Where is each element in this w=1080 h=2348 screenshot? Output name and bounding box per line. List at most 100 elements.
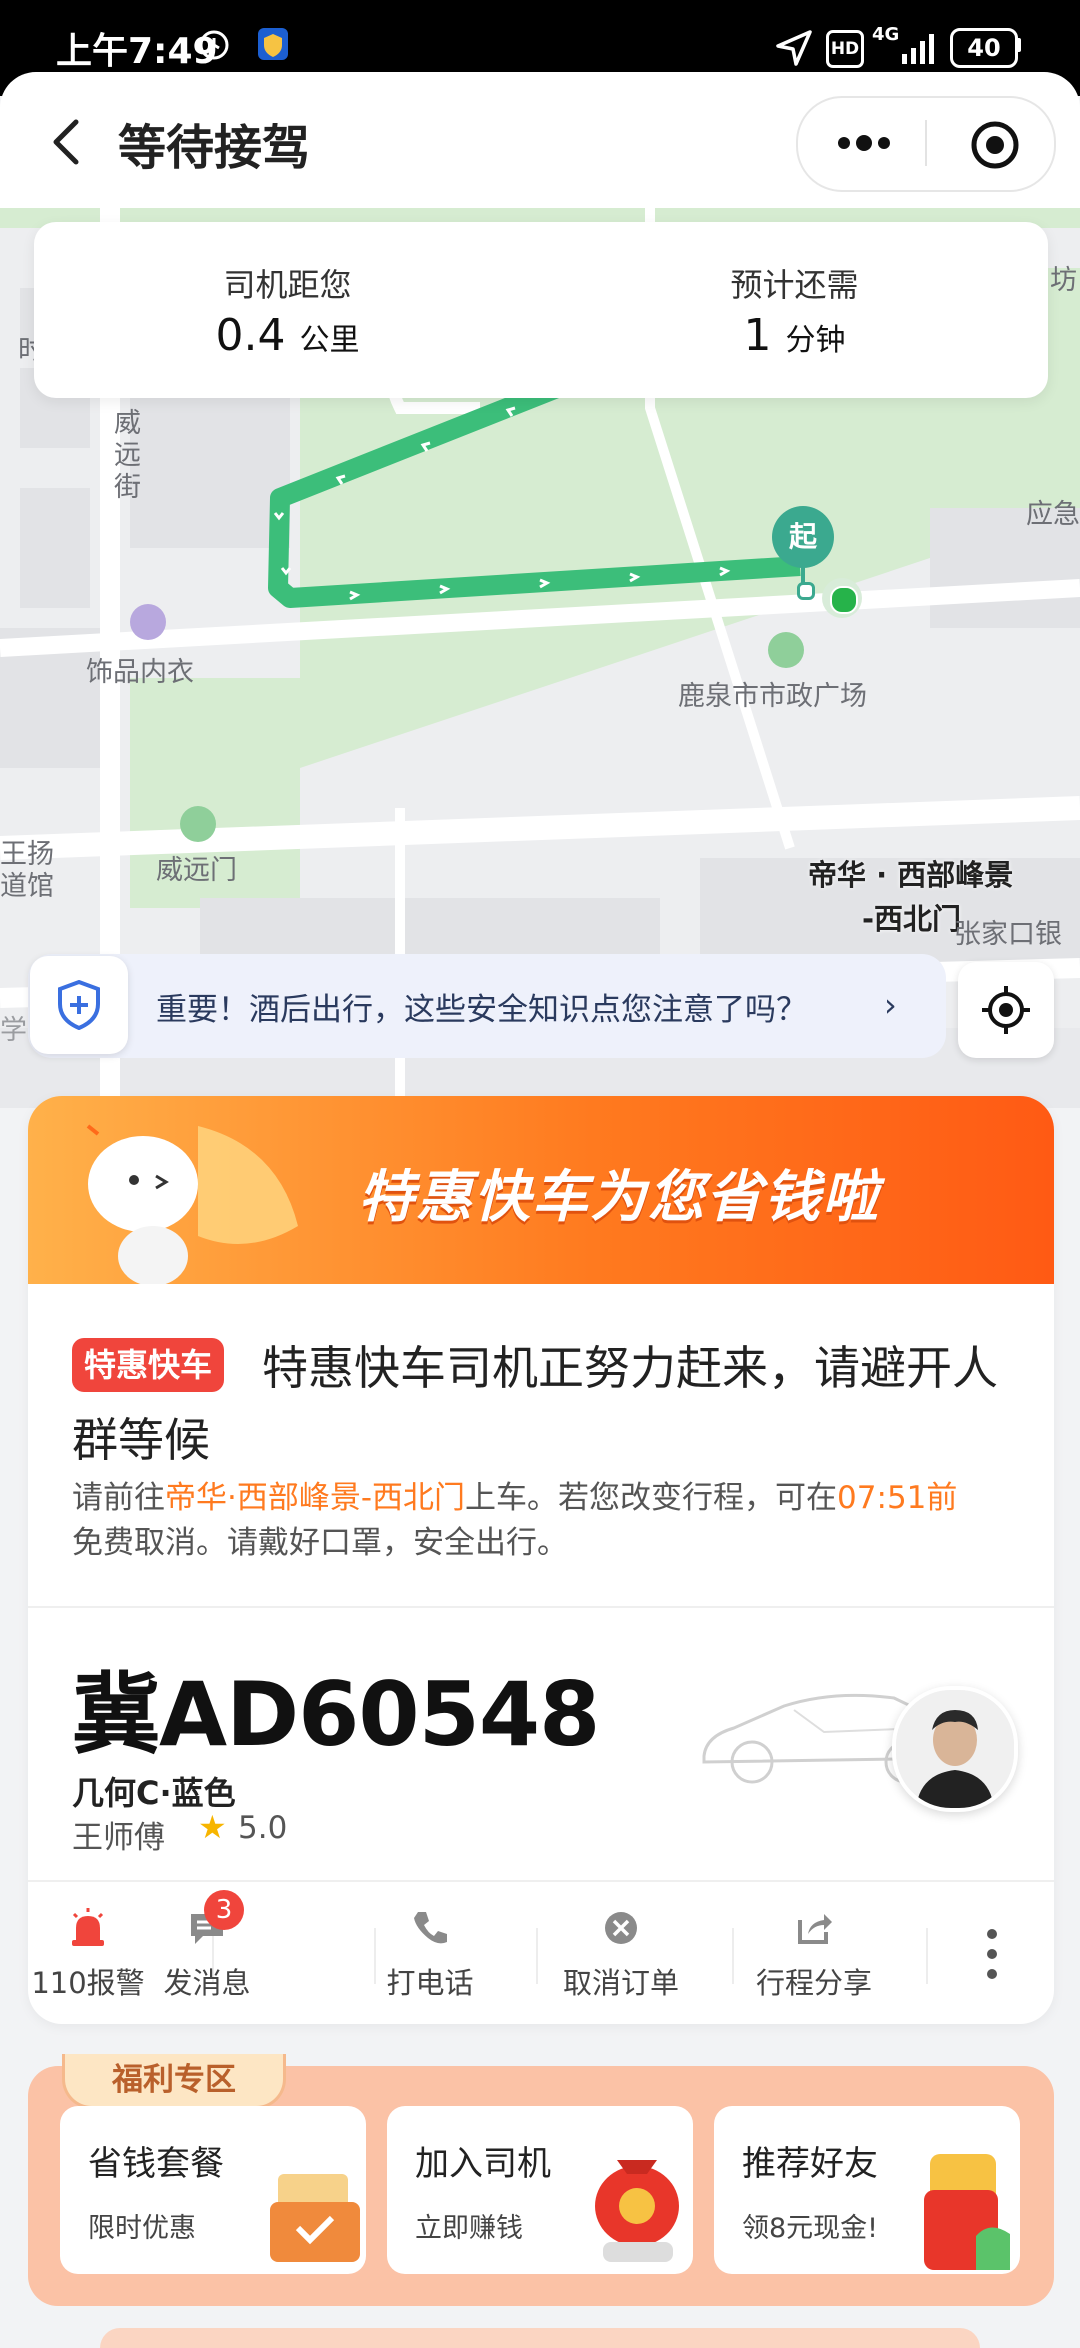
- desc-prefix: 请前往: [72, 1480, 165, 1516]
- welfare-card-title: 加入司机: [415, 2144, 551, 2184]
- map-label-street: 威远街: [114, 408, 141, 503]
- driver-avatar[interactable]: [892, 1686, 1018, 1812]
- distance-value-row: 0.4 公里: [34, 310, 541, 361]
- welfare-title: 福利专区: [62, 2054, 286, 2109]
- safety-tip-text[interactable]: 重要！酒后出行，这些安全知识点您注意了吗？: [156, 984, 807, 1029]
- map-label-fang: 坊: [1050, 265, 1077, 296]
- battery-icon: 40: [950, 28, 1018, 68]
- chevron-right-icon[interactable]: ›: [884, 986, 897, 1024]
- police-button[interactable]: 110报警: [28, 1906, 148, 2006]
- pickup-label-line1: 帝华 · 西部峰景: [808, 858, 1014, 892]
- desc-mid: 上车。若您改变行程，可在: [465, 1480, 838, 1516]
- start-marker[interactable]: 起: [772, 506, 834, 568]
- cancel-order-button[interactable]: 取消订单: [546, 1906, 696, 2006]
- time-value-row: 1 分钟: [541, 310, 1048, 361]
- map-label-gate: 威远门: [156, 855, 237, 886]
- distance-label: 司机距您: [223, 266, 352, 304]
- battery-tip: [1016, 38, 1021, 52]
- driver-rating: 5.0: [238, 1810, 288, 1846]
- section-divider: [28, 1606, 1054, 1608]
- distance-unit: 公里: [299, 323, 360, 358]
- action-separator: [536, 1928, 538, 1984]
- cancel-label: 取消订单: [562, 1966, 679, 2000]
- welfare-card-referral[interactable]: 推荐好友 领8元现金!: [714, 2106, 1020, 2274]
- unread-badge: 3: [204, 1890, 244, 1930]
- action-separator: [926, 1928, 928, 1984]
- welfare-card-driver[interactable]: 加入司机 立即赚钱: [387, 2106, 693, 2274]
- pickup-location-link[interactable]: 帝华·西部峰景-西北门: [165, 1480, 465, 1516]
- crosshair-icon: [982, 986, 1030, 1034]
- license-plate: 冀AD60548: [72, 1663, 600, 1766]
- welfare-card-subtitle: 领8元现金!: [742, 2213, 879, 2244]
- next-section-peek: [100, 2328, 980, 2348]
- alarm-icon: [199, 30, 229, 60]
- phone-icon: [414, 1912, 447, 1944]
- distance-value: 0.4: [215, 310, 286, 361]
- welfare-card-subtitle: 限时优惠: [88, 2213, 196, 2244]
- cancel-icon: [605, 1912, 637, 1944]
- camera-poi-icon: [180, 806, 216, 842]
- page-title: 等待接驾: [118, 120, 311, 176]
- driver-photo: [896, 1690, 1014, 1808]
- shop-poi-icon: [130, 604, 166, 640]
- red-packet-icon: [924, 2154, 1010, 2270]
- pickup-instructions: 请前往帝华·西部峰景-西北门上车。若您改变行程，可在07:51前免费取消。请戴好…: [72, 1476, 1042, 1566]
- map-label-stadium-2: 道馆: [0, 871, 54, 902]
- nav-header: 等待接驾: [0, 72, 1080, 208]
- map-label-shop: 饰品内衣: [86, 657, 194, 688]
- time-unit: 分钟: [785, 323, 846, 358]
- status-time: 上午7:49: [56, 31, 218, 72]
- start-marker-dot: [797, 582, 815, 600]
- mascot-illustration: [86, 1124, 298, 1284]
- more-dots-icon[interactable]: [834, 128, 894, 158]
- battery-level: 40: [967, 34, 1001, 62]
- welfare-card-saving[interactable]: 省钱套餐 限时优惠: [60, 2106, 366, 2274]
- location-arrow-icon: [776, 30, 812, 66]
- welfare-card-subtitle: 立即赚钱: [415, 2213, 523, 2244]
- welfare-card-title: 省钱套餐: [88, 2144, 224, 2184]
- call-button[interactable]: 打电话: [374, 1906, 486, 2006]
- order-card: 特惠快车为您省钱啦 特惠快车 特惠快车司机正努力赶来，请避开人群等候 请前往帝华…: [28, 1096, 1054, 2024]
- message-label: 发消息: [163, 1966, 251, 2000]
- locate-button[interactable]: [958, 962, 1054, 1058]
- cancel-deadline: 07:51前: [837, 1480, 958, 1516]
- welfare-card-title: 推荐好友: [742, 2144, 878, 2184]
- banner-text: 特惠快车为您省钱啦: [358, 1165, 880, 1230]
- signal-icon: [902, 34, 934, 64]
- network-type: 4G: [872, 24, 900, 45]
- safety-shield-button[interactable]: [30, 956, 128, 1054]
- my-location-dot: [830, 586, 858, 614]
- shield-plus-icon: [58, 980, 100, 1030]
- actions-divider: [28, 1880, 1054, 1882]
- close-target-icon[interactable]: [970, 120, 1020, 170]
- distance-block: 司机距您 0.4 公里: [34, 222, 541, 398]
- share-trip-button[interactable]: 行程分享: [734, 1906, 894, 2006]
- star-icon: ★: [198, 1808, 227, 1846]
- park-poi-icon: [768, 632, 804, 668]
- hd-icon: HD: [826, 30, 864, 68]
- time-value: 1: [743, 310, 772, 361]
- eta-card: 司机距您 0.4 公里 预计还需 1 分钟: [34, 222, 1048, 398]
- map-label-bank: 张家口银: [954, 919, 1062, 950]
- share-icon: [798, 1914, 832, 1944]
- map-label-plaza: 鹿泉市市政广场: [678, 681, 867, 712]
- map-label-xue: 学: [0, 1015, 27, 1046]
- desc-suffix: 免费取消。请戴好口罩，安全出行。: [72, 1525, 568, 1561]
- capsule-divider: [925, 120, 927, 166]
- time-block: 预计还需 1 分钟: [541, 222, 1048, 398]
- share-label: 行程分享: [755, 1966, 872, 2000]
- police-label: 110报警: [31, 1966, 145, 2000]
- miniprogram-capsule: [796, 96, 1056, 192]
- pickup-label-line2: -西北门: [862, 902, 962, 936]
- siren-icon: [72, 1908, 104, 1946]
- call-label: 打电话: [386, 1966, 474, 2000]
- driver-name: 王师傅: [72, 1820, 165, 1856]
- more-vertical-icon[interactable]: [984, 1926, 1000, 1982]
- money-bag-icon: [595, 2160, 679, 2262]
- promo-banner[interactable]: 特惠快车为您省钱啦: [28, 1096, 1054, 1284]
- map-label-emergency: 应急: [1026, 499, 1080, 530]
- back-arrow-icon[interactable]: [40, 114, 96, 170]
- shield-app-icon: [258, 28, 288, 60]
- status-headline: 特惠快车司机正努力赶来，请避开人群等候: [72, 1341, 998, 1467]
- time-label: 预计还需: [730, 266, 859, 304]
